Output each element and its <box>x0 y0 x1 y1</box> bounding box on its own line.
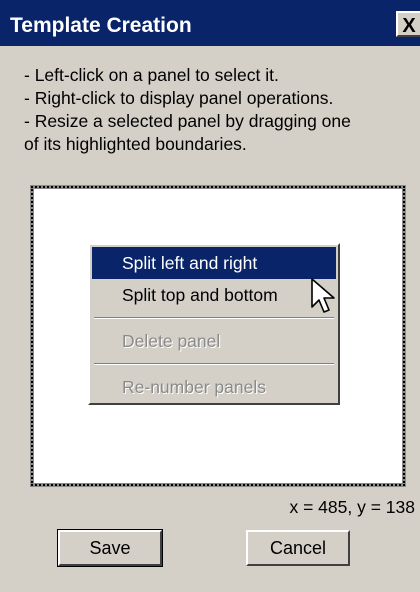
instructions-text: - Left-click on a panel to select it. - … <box>24 64 404 156</box>
menu-separator <box>94 317 334 319</box>
menu-item-renumber-panels: Re-number panels <box>122 377 266 397</box>
instruction-line: - Right-click to display panel operation… <box>24 88 334 108</box>
coordinate-readout: x = 485, y = 138 <box>289 497 415 517</box>
instruction-line: - Left-click on a panel to select it. <box>24 65 279 85</box>
arrow-cursor-icon <box>311 278 335 313</box>
menu-item-split-top-bottom[interactable]: Split top and bottom <box>92 279 336 311</box>
menu-item-split-left-right[interactable]: Split left and right <box>92 247 336 279</box>
close-icon: X <box>402 15 416 37</box>
menu-item-delete-panel: Delete panel <box>122 331 221 351</box>
title-bar: Template Creation X <box>0 0 420 46</box>
cancel-button[interactable]: Cancel <box>246 530 350 566</box>
save-button[interactable]: Save <box>57 529 163 567</box>
instruction-line: - Resize a selected panel by dragging on… <box>24 111 351 131</box>
close-button[interactable]: X <box>396 11 420 37</box>
menu-separator <box>94 363 334 365</box>
instruction-line: of its highlighted boundaries. <box>24 134 247 154</box>
window-title: Template Creation <box>10 14 192 37</box>
context-menu: Split left and right Split top and botto… <box>88 243 340 405</box>
